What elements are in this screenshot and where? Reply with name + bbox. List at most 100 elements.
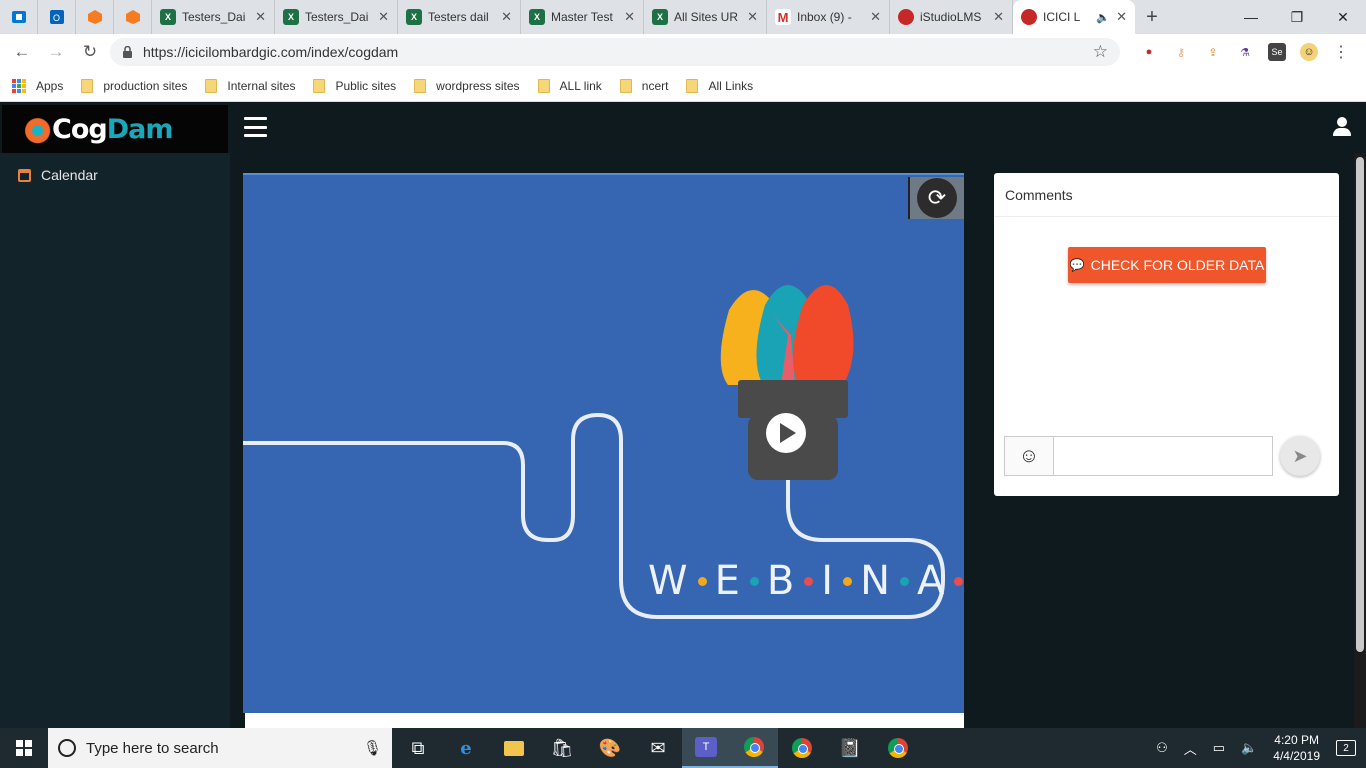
bookmark-folder[interactable]: Public sites — [313, 78, 397, 93]
taskbar-search[interactable]: Type here to search 🎙 — [48, 728, 392, 768]
browser-tab-active[interactable]: ICICI L 🔈 ✕ — [1013, 0, 1135, 34]
close-icon[interactable]: ✕ — [255, 9, 266, 25]
send-icon: ➤ — [1292, 445, 1308, 466]
pinned-tab-app1[interactable] — [76, 0, 114, 34]
extension-red-dot-icon[interactable]: ● — [1140, 43, 1158, 61]
smiley-icon: ☺ — [1018, 444, 1040, 467]
user-icon[interactable] — [1332, 117, 1352, 137]
network-icon[interactable]: ▭ — [1213, 740, 1225, 756]
notification-icon[interactable]: 2 — [1336, 740, 1356, 756]
close-icon[interactable]: ✕ — [378, 9, 389, 25]
clock[interactable]: 4:20 PM 4/4/2019 — [1273, 732, 1320, 764]
bookmark-folder[interactable]: ncert — [619, 78, 668, 93]
tab-title: Inbox (9) - — [797, 10, 852, 24]
close-icon[interactable]: ✕ — [993, 9, 1004, 25]
browser-tab[interactable]: X Master Test ✕ — [521, 0, 644, 34]
chrome-profile-icon[interactable] — [778, 728, 826, 768]
start-button[interactable] — [0, 728, 48, 768]
search-placeholder: Type here to search — [86, 739, 219, 757]
close-icon[interactable]: ✕ — [501, 9, 512, 25]
vsts-icon — [11, 11, 26, 23]
teams-icon[interactable]: T — [682, 728, 730, 768]
folder-icon — [81, 78, 94, 93]
gmail-icon: M — [775, 9, 791, 25]
webinar-letter: I — [821, 558, 836, 604]
bookmark-folder[interactable]: production sites — [81, 78, 187, 93]
task-view-icon[interactable]: ⧉ — [394, 728, 442, 768]
close-icon[interactable]: ✕ — [624, 9, 635, 25]
check-older-data-label: CHECK FOR OLDER DATA — [1090, 257, 1265, 273]
maximize-icon[interactable]: ❐ — [1274, 0, 1320, 34]
pinned-tab-vsts[interactable] — [0, 0, 38, 34]
bookmark-folder[interactable]: Internal sites — [205, 78, 295, 93]
browser-tab[interactable]: X All Sites UR ✕ — [644, 0, 767, 34]
notepad-icon[interactable]: 📓 — [826, 728, 874, 768]
webinar-dot — [900, 576, 910, 586]
paint-icon[interactable]: 🎨 — [586, 728, 634, 768]
close-icon[interactable]: ✕ — [870, 9, 881, 25]
check-older-data-button[interactable]: 💬 CHECK FOR OLDER DATA — [1068, 247, 1266, 283]
back-button[interactable]: ← — [8, 38, 36, 66]
pinned-tab-outlook[interactable]: O — [38, 0, 76, 34]
file-explorer-icon[interactable] — [490, 728, 538, 768]
forward-button[interactable]: → — [42, 38, 70, 66]
comments-panel: Comments 💬 CHECK FOR OLDER DATA ☺ ➤ — [994, 173, 1339, 496]
browser-tab[interactable]: M Inbox (9) - ✕ — [767, 0, 890, 34]
bookmark-label: wordpress sites — [436, 78, 520, 93]
close-icon[interactable]: ✕ — [1116, 9, 1127, 25]
close-window-icon[interactable]: ✕ — [1320, 0, 1366, 34]
webinar-video-player[interactable]: W E B I N A R ⟳ — [243, 173, 964, 713]
scrollbar-thumb[interactable] — [1356, 157, 1364, 652]
bookmark-folder[interactable]: ALL link — [537, 78, 602, 93]
page-scrollbar[interactable] — [1354, 153, 1366, 728]
new-tab-button[interactable]: + — [1135, 0, 1169, 34]
cogdam-logo[interactable]: CogDam — [2, 105, 228, 153]
browser-tab[interactable]: X Testers_Dai ✕ — [275, 0, 398, 34]
extension-flask-icon[interactable]: ⚗ — [1236, 43, 1254, 61]
profile-avatar-icon[interactable]: ☺ — [1300, 43, 1318, 61]
excel-icon: X — [160, 9, 176, 25]
refresh-button[interactable]: ⟳ — [908, 177, 964, 219]
browser-tab[interactable]: iStudioLMS ✕ — [890, 0, 1013, 34]
address-bar[interactable]: https://icicilombardgic.com/index/cogdam… — [110, 38, 1120, 66]
people-icon[interactable]: ⚇ — [1156, 740, 1168, 756]
excel-icon: X — [406, 9, 422, 25]
reload-button[interactable]: ↻ — [76, 38, 104, 66]
close-icon[interactable]: ✕ — [747, 9, 758, 25]
chevron-up-icon[interactable]: ︿ — [1184, 739, 1197, 758]
edge-icon[interactable]: e — [442, 728, 490, 768]
emoji-button[interactable]: ☺ — [1004, 436, 1054, 476]
menu-kebab-icon[interactable]: ⋮ — [1332, 43, 1350, 61]
istudio-icon — [898, 9, 914, 25]
bookmark-apps[interactable]: Apps — [12, 78, 63, 93]
store-icon[interactable]: 🛍 — [538, 728, 586, 768]
browser-tab[interactable]: X Testers_Dai ✕ — [152, 0, 275, 34]
pinned-tab-app2[interactable] — [114, 0, 152, 34]
system-tray: ⚇ ︿ ▭ 🔈 4:20 PM 4/4/2019 2 — [1156, 732, 1366, 764]
folder-icon — [205, 78, 218, 93]
extension-selenium-icon[interactable]: Se — [1268, 43, 1286, 61]
browser-tab[interactable]: X Testers dail ✕ — [398, 0, 521, 34]
webinar-dot — [749, 576, 759, 586]
bookmark-label: Public sites — [335, 78, 397, 93]
rocket-icon — [24, 112, 58, 146]
chrome-icon[interactable] — [730, 728, 778, 768]
volume-icon[interactable]: 🔈 — [1241, 740, 1257, 756]
sidebar: Calendar — [0, 153, 230, 728]
star-icon[interactable]: ☆ — [1093, 42, 1108, 62]
chrome-canary-icon[interactable] — [874, 728, 922, 768]
mail-icon[interactable]: ✉ — [634, 728, 682, 768]
extension-key-icon[interactable]: ⚷ — [1172, 43, 1190, 61]
tab-title: Testers_Dai — [305, 10, 369, 24]
hamburger-menu-icon[interactable] — [244, 117, 267, 137]
extension-icons: ● ⚷ ⇪ ⚗ Se ☺ ⋮ — [1140, 43, 1350, 61]
send-button[interactable]: ➤ — [1280, 436, 1320, 476]
minimize-icon[interactable]: — — [1228, 0, 1274, 34]
bookmark-folder[interactable]: wordpress sites — [414, 78, 520, 93]
speaker-icon[interactable]: 🔈 — [1096, 11, 1110, 24]
microphone-icon[interactable]: 🎙 — [363, 739, 382, 757]
sidebar-item-calendar[interactable]: Calendar — [0, 153, 230, 197]
extension-upload-icon[interactable]: ⇪ — [1204, 43, 1222, 61]
bookmark-folder[interactable]: All Links — [686, 78, 753, 93]
comment-input[interactable] — [1054, 436, 1273, 476]
